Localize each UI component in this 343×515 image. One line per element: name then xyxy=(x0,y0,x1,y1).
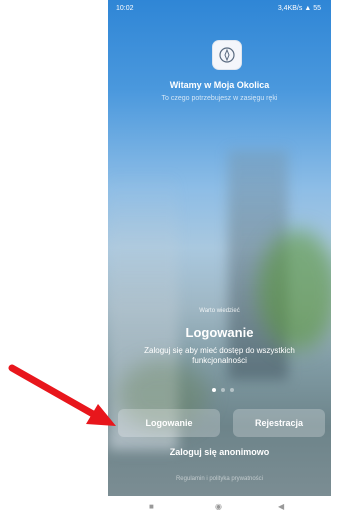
app-logo xyxy=(212,40,242,70)
status-time: 10:02 xyxy=(116,5,134,12)
battery-level: 55 xyxy=(313,5,321,12)
pager-dots[interactable] xyxy=(208,388,238,394)
welcome-title: Witamy w Moja Okolica xyxy=(169,80,270,90)
register-button[interactable]: Rejestracja xyxy=(233,409,325,437)
back-icon[interactable]: ◀ xyxy=(278,502,284,511)
compass-icon xyxy=(219,47,235,63)
pager-dot[interactable] xyxy=(230,388,234,392)
anonymous-login-link[interactable]: Zaloguj się anonimowo xyxy=(108,447,331,457)
slide-kicker: Warto wiedzieć xyxy=(199,308,240,314)
welcome-subtitle: To czego potrzebujesz w zasięgu ręki xyxy=(161,95,278,102)
terms-link[interactable]: Regulamin i polityka prywatności xyxy=(108,476,331,482)
signal-icon: ▲ xyxy=(304,5,312,12)
home-icon[interactable]: ◉ xyxy=(215,502,222,511)
status-bar: 10:02 3,4KB/s ▲ 55 xyxy=(108,0,331,18)
pager-dot-active[interactable] xyxy=(212,388,216,392)
slide-title: Logowanie xyxy=(185,325,254,340)
status-indicators: 3,4KB/s ▲ 55 xyxy=(278,5,321,12)
slide-description: Zaloguj się aby mieć dostęp do wszystkic… xyxy=(144,346,295,365)
login-button[interactable]: Logowanie xyxy=(118,409,220,437)
net-speed: 3,4KB/s xyxy=(277,5,303,12)
recent-apps-icon[interactable]: ■ xyxy=(149,502,154,511)
app-screen: 10:02 3,4KB/s ▲ 55 Witamy w Moja Okolica… xyxy=(108,0,331,496)
pager-dot[interactable] xyxy=(221,388,225,392)
android-nav-bar: ■ ◉ ◀ xyxy=(108,498,331,515)
